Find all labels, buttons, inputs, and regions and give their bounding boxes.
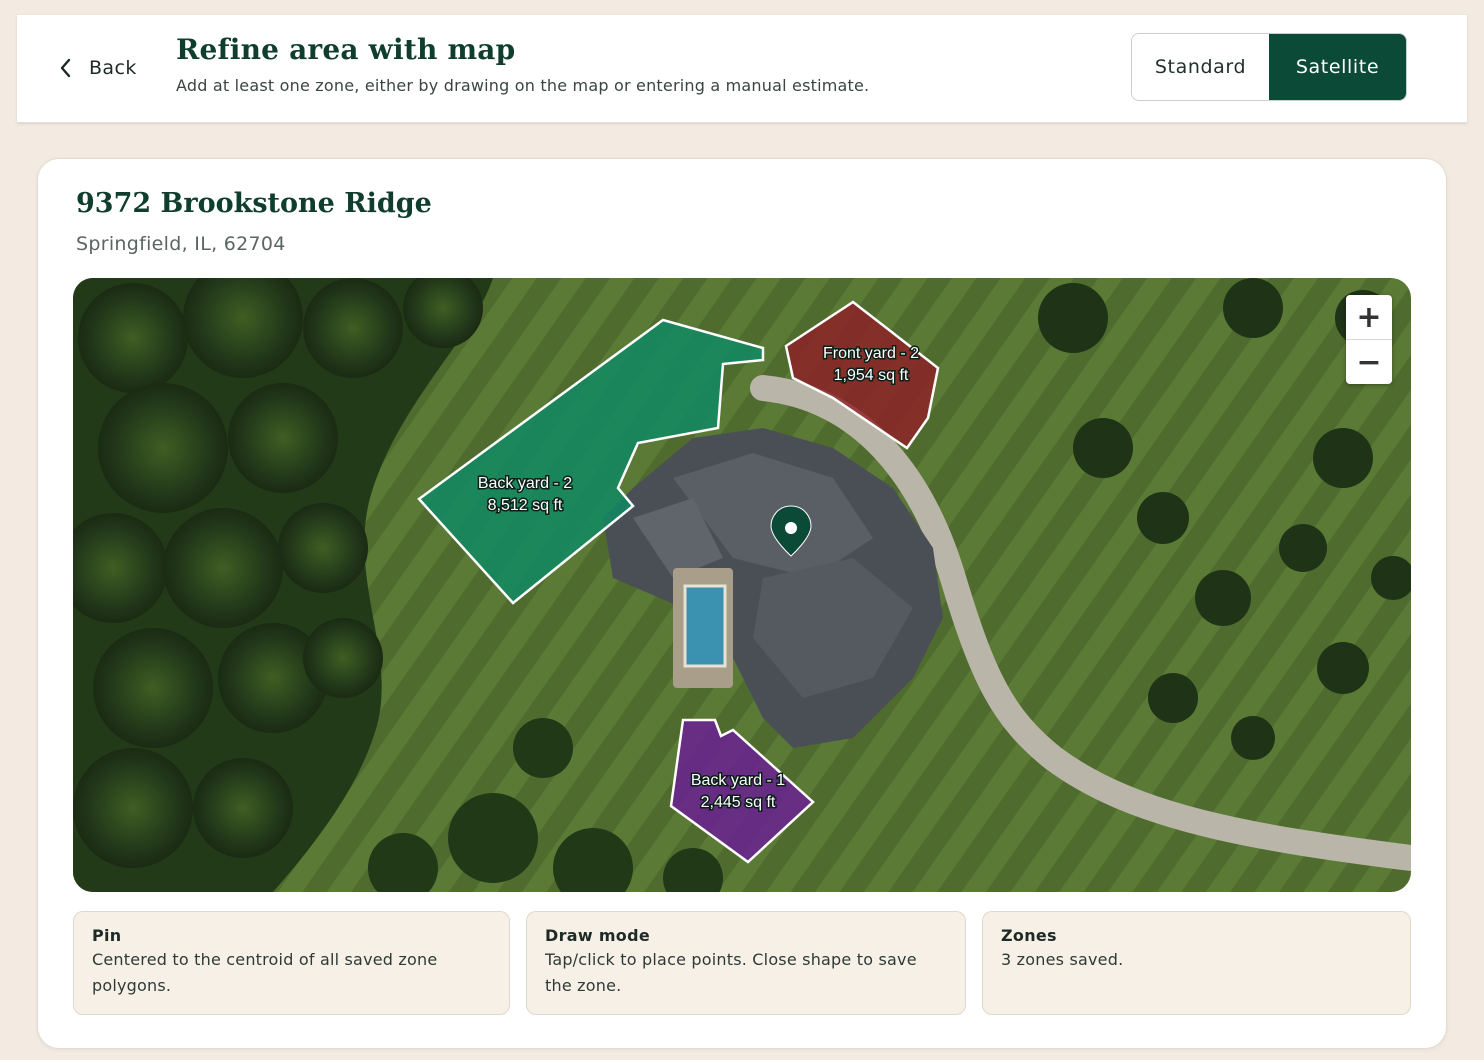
zone-label-back-yard-2-area: 8,512 sq ft — [488, 497, 563, 514]
pin-info-heading: Pin — [92, 926, 122, 945]
map-canvas[interactable]: Back yard - 2 8,512 sq ft Front yard - 2… — [73, 278, 1411, 892]
zoom-in-button[interactable]: + — [1346, 295, 1392, 339]
property-card: 9372 Brookstone Ridge Springfield, IL, 6… — [37, 158, 1447, 1049]
zones-info-panel: Zones 3 zones saved. — [982, 911, 1411, 1015]
zones-heading: Zones — [1001, 926, 1057, 945]
standard-map-button[interactable]: Standard — [1132, 34, 1269, 100]
page-subtitle: Add at least one zone, either by drawing… — [176, 76, 870, 95]
page-title: Refine area with map — [176, 33, 516, 66]
draw-mode-heading: Draw mode — [545, 926, 650, 945]
back-button[interactable]: Back — [57, 53, 137, 83]
satellite-map[interactable]: Back yard - 2 8,512 sq ft Front yard - 2… — [73, 278, 1411, 892]
map-type-toggle: Standard Satellite — [1131, 33, 1407, 101]
draw-mode-info-panel: Draw mode Tap/click to place points. Clo… — [526, 911, 966, 1015]
zoom-controls: + − — [1346, 295, 1392, 384]
pin-info-text: Centered to the centroid of all saved zo… — [92, 950, 438, 995]
zone-label-front-yard-2-name: Front yard - 2 — [823, 345, 919, 362]
top-header: Back Refine area with map Add at least o… — [17, 15, 1467, 123]
zoom-out-button[interactable]: − — [1346, 340, 1392, 384]
back-label: Back — [89, 57, 137, 79]
draw-mode-text: Tap/click to place points. Close shape t… — [545, 950, 917, 995]
zone-label-back-yard-1-area: 2,445 sq ft — [701, 794, 776, 811]
pool — [683, 584, 727, 668]
property-address: 9372 Brookstone Ridge — [76, 188, 432, 219]
zone-label-front-yard-2-area: 1,954 sq ft — [834, 367, 909, 384]
satellite-map-button[interactable]: Satellite — [1269, 34, 1406, 100]
property-city: Springfield, IL, 62704 — [76, 233, 286, 255]
zone-label-back-yard-1-name: Back yard - 1 — [691, 772, 785, 789]
chevron-left-icon — [60, 58, 71, 78]
zone-label-back-yard-2-name: Back yard - 2 — [478, 475, 572, 492]
zones-text: 3 zones saved. — [1001, 950, 1124, 969]
pin-info-panel: Pin Centered to the centroid of all save… — [73, 911, 510, 1015]
